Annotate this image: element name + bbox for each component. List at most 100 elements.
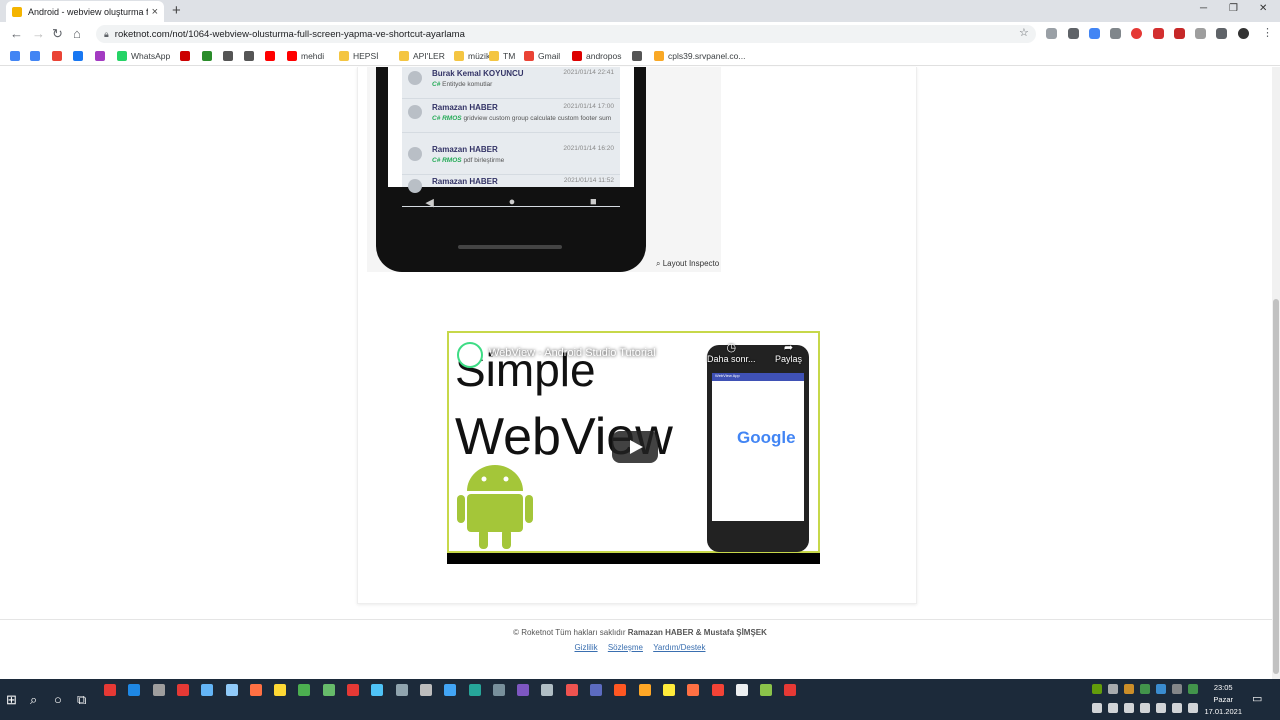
system-tray-icon[interactable] (1140, 684, 1150, 694)
browser-tab[interactable]: Android - webview oluşturma full × (6, 1, 164, 22)
bookmark-icon[interactable] (52, 51, 66, 61)
home-icon[interactable]: ⌂ (73, 26, 81, 41)
taskbar-app-icon[interactable] (298, 684, 311, 696)
taskbar-app-icon[interactable] (419, 684, 432, 696)
taskbar-app-icon[interactable] (492, 684, 505, 696)
taskbar-app-icon[interactable] (225, 684, 238, 696)
agreement-link[interactable]: Sözleşme (608, 643, 643, 652)
system-tray-icon[interactable] (1188, 703, 1198, 713)
taskbar-app-icon[interactable] (395, 684, 408, 696)
taskbar-app-icon[interactable] (784, 684, 797, 696)
task-view-icon[interactable]: ⧉ (77, 692, 86, 708)
tab-close-icon[interactable]: × (152, 6, 158, 18)
profile-avatar[interactable] (1238, 28, 1249, 39)
bookmark-icon[interactable] (265, 51, 279, 61)
taskbar-app-icon[interactable] (590, 684, 602, 696)
notification-icon[interactable]: ▭ (1252, 692, 1262, 705)
taskbar-app-icon[interactable] (468, 684, 481, 696)
system-tray-icon[interactable] (1156, 684, 1166, 694)
bookmark-icon[interactable] (244, 51, 258, 61)
reload-icon[interactable]: ↻ (52, 26, 63, 42)
menu-kebab-icon[interactable]: ⋮ (1262, 26, 1273, 39)
bookmark-icon[interactable] (632, 51, 646, 61)
extension-icon[interactable] (1174, 28, 1185, 39)
taskbar-app-icon[interactable] (760, 684, 773, 696)
system-tray-icon[interactable] (1124, 703, 1134, 713)
taskbar-app-icon[interactable] (274, 684, 287, 696)
system-tray-icon[interactable] (1172, 703, 1182, 713)
bookmark-tm[interactable]: TM (489, 51, 515, 61)
taskbar-app-icon[interactable] (614, 684, 627, 696)
bookmark-cpls39-srvpanel-co-[interactable]: cpls39.srvpanel.co... (654, 51, 745, 61)
taskbar-app-icon[interactable] (638, 684, 651, 696)
channel-avatar[interactable] (457, 342, 483, 368)
opera-extension-icon[interactable] (1131, 28, 1142, 39)
system-tray-icon[interactable] (1092, 684, 1102, 694)
watch-later-button[interactable]: ◷ Daha sonr... (707, 341, 756, 364)
youtube-video-embed[interactable]: Simple WebView WebView App Google WebVie… (447, 331, 820, 564)
system-tray-icon[interactable] (1140, 703, 1150, 713)
taskbar-app-icon[interactable] (517, 684, 530, 696)
system-tray-icon[interactable] (1156, 703, 1166, 713)
bookmark-icon[interactable] (180, 51, 194, 61)
system-tray-icon[interactable] (1092, 703, 1102, 713)
taskbar-app-icon[interactable] (687, 684, 700, 696)
taskbar-app-icon[interactable] (662, 684, 675, 696)
cortana-icon[interactable]: ○ (54, 692, 62, 707)
video-title[interactable]: WebView - Android Studio Tutorial (489, 347, 656, 359)
bookmark-whatsapp[interactable]: WhatsApp (117, 51, 170, 61)
taskbar-app-icon[interactable] (176, 684, 189, 696)
help-support-link[interactable]: Yardım/Destek (653, 643, 705, 652)
new-tab-button[interactable]: + (172, 2, 181, 19)
extension-icon[interactable] (1153, 28, 1164, 39)
taskbar-app-icon[interactable] (444, 684, 457, 696)
play-button-icon[interactable] (612, 431, 658, 463)
translate-extension-icon[interactable] (1089, 28, 1100, 39)
bookmark-hepsi-[interactable]: HEPSİ (339, 51, 379, 61)
taskbar-app-icon[interactable] (371, 684, 384, 696)
bookmark-icon[interactable] (95, 51, 109, 61)
taskbar-app-icon[interactable] (128, 684, 141, 696)
bookmark-mehdi[interactable]: mehdi (287, 51, 324, 61)
system-tray-icon[interactable] (1108, 703, 1118, 713)
bookmark-andropos[interactable]: andropos (572, 51, 621, 61)
bookmark-gmail[interactable]: Gmail (524, 51, 560, 61)
system-clock[interactable]: 23:05 Pazar 17.01.2021 (1204, 682, 1242, 718)
taskbar-app-icon[interactable] (249, 684, 262, 696)
close-window-button[interactable]: ✕ (1259, 3, 1267, 14)
taskbar-app-icon[interactable] (541, 684, 554, 696)
puzzle-extensions-icon[interactable] (1216, 28, 1227, 39)
back-arrow-icon[interactable]: ← (10, 26, 23, 41)
extension-icon[interactable] (1110, 28, 1121, 39)
extension-icon[interactable] (1195, 28, 1206, 39)
minimize-button[interactable]: ─ (1200, 3, 1207, 14)
taskbar-app-icon[interactable] (104, 684, 116, 696)
bookmark-icon[interactable] (30, 51, 44, 61)
bookmark-icon[interactable] (73, 51, 87, 61)
share-button[interactable]: ➦ Paylaş (775, 341, 802, 364)
extension-icon[interactable] (1046, 28, 1057, 39)
video-thumbnail[interactable]: Simple WebView WebView App Google WebVie… (447, 331, 820, 553)
bookmark-icon[interactable] (223, 51, 237, 61)
system-tray-icon[interactable] (1124, 684, 1134, 694)
taskbar-app-icon[interactable] (711, 684, 724, 696)
system-tray-icon[interactable] (1172, 684, 1182, 694)
extension-icon[interactable] (1068, 28, 1079, 39)
restore-button[interactable]: ❐ (1229, 3, 1238, 14)
address-bar[interactable]: 🔒︎ roketnot.com/not/1064-webview-olustur… (96, 25, 1036, 43)
bookmark-m-zik[interactable]: müzik (454, 51, 490, 61)
search-icon[interactable]: ⌕ (30, 692, 37, 708)
taskbar-app-icon[interactable] (565, 684, 578, 696)
forward-arrow-icon[interactable]: → (32, 26, 45, 41)
scrollbar-thumb[interactable] (1273, 299, 1279, 674)
taskbar-app-icon[interactable] (152, 684, 165, 696)
system-tray-icon[interactable] (1108, 684, 1118, 694)
taskbar-app-icon[interactable] (735, 684, 748, 696)
bookmark-icon[interactable] (10, 51, 24, 61)
bookmark-api-ler[interactable]: API'LER (399, 51, 445, 61)
taskbar-app-icon[interactable] (347, 684, 359, 696)
taskbar-app-icon[interactable] (322, 684, 335, 696)
taskbar-app-icon[interactable] (201, 684, 214, 696)
windows-start-icon[interactable]: ⊞ (6, 692, 17, 708)
privacy-link[interactable]: Gizlilik (574, 643, 597, 652)
